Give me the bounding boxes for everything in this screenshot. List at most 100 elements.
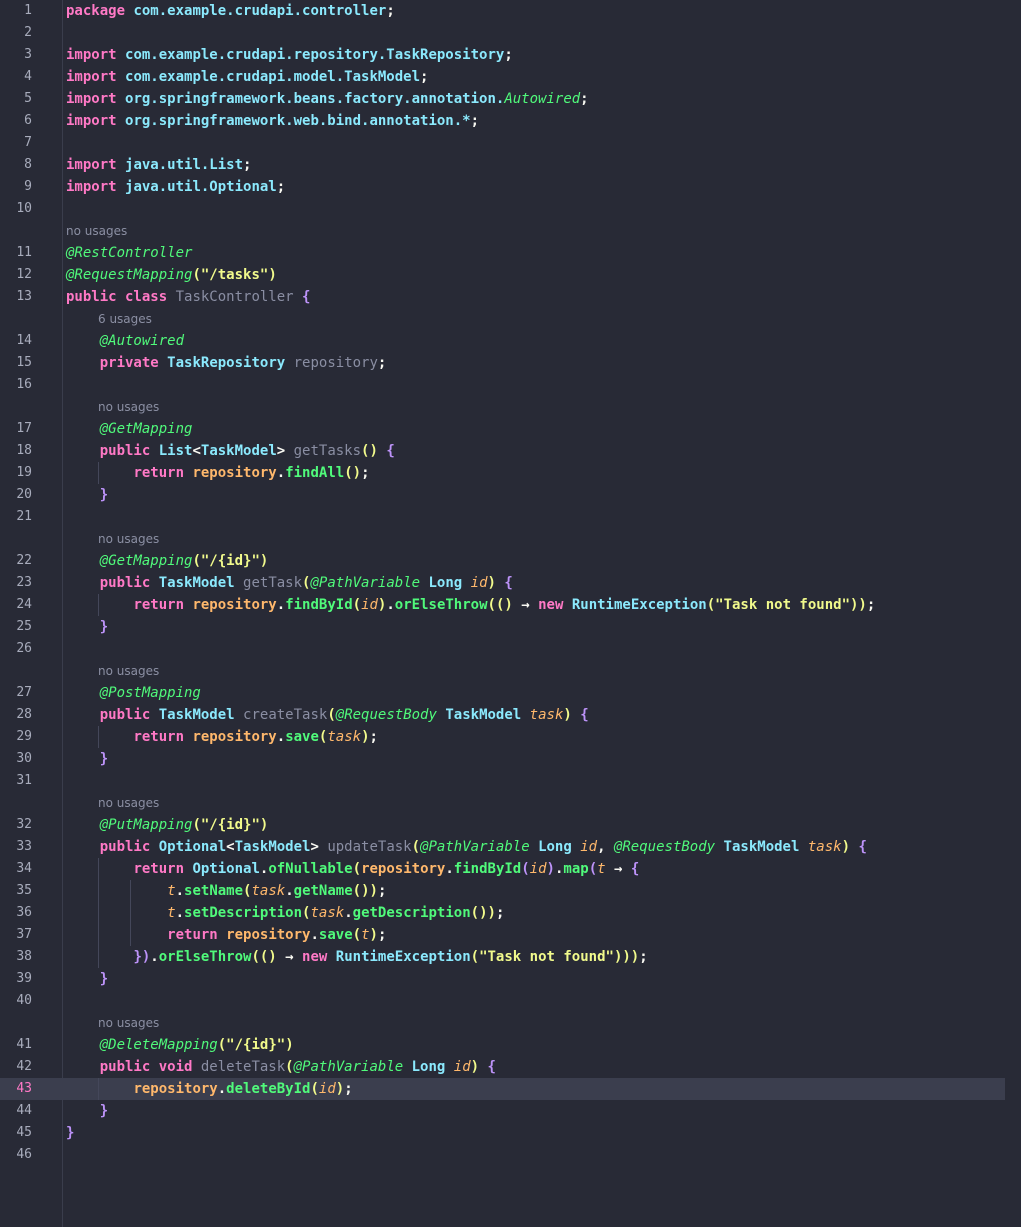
code-line[interactable]: 2 [0,22,1021,44]
code-line[interactable]: 7 [0,132,1021,154]
code-line[interactable]: 42 public void deleteTask(@PathVariable … [0,1056,1021,1078]
code-line[interactable]: 35 t.setName(task.getName()); [0,880,1021,902]
code-line[interactable]: 46 [0,1144,1021,1166]
code-line[interactable]: 16 [0,374,1021,396]
code-line[interactable]: 41 @DeleteMapping("/{id}") [0,1034,1021,1056]
line-number[interactable]: 22 [0,550,32,572]
line-number[interactable]: 29 [0,726,32,748]
code-editor[interactable]: 1 package com.example.crudapi.controller;… [0,0,1021,1227]
code-line[interactable]: 18 public List<TaskModel> getTasks() { [0,440,1021,462]
usage-hint[interactable]: no usages [98,396,159,418]
code-line[interactable]: 3 import com.example.crudapi.repository.T… [0,44,1021,66]
line-number[interactable]: 26 [0,638,32,660]
code-line[interactable]: 13 public class TaskController { [0,286,1021,308]
line-number[interactable]: 39 [0,968,32,990]
line-number[interactable]: 23 [0,572,32,594]
code-line[interactable]: 20 } [0,484,1021,506]
line-number[interactable]: 4 [0,66,32,88]
line-number[interactable]: 11 [0,242,32,264]
code-line[interactable]: 31 [0,770,1021,792]
code-line[interactable]: 11 @RestController [0,242,1021,264]
code-line[interactable]: 10 [0,198,1021,220]
code-line[interactable]: 37 return repository.save(t); [0,924,1021,946]
code-line[interactable]: 27 @PostMapping [0,682,1021,704]
line-number[interactable]: 25 [0,616,32,638]
line-number[interactable]: 14 [0,330,32,352]
line-number[interactable]: 2 [0,22,32,44]
line-number[interactable]: 35 [0,880,32,902]
line-number[interactable]: 13 [0,286,32,308]
code-line[interactable]: 33 public Optional<TaskModel> updateTask… [0,836,1021,858]
line-number[interactable]: 5 [0,88,32,110]
code-line[interactable]: 36 t.setDescription(task.getDescription(… [0,902,1021,924]
line-number[interactable]: 6 [0,110,32,132]
line-number[interactable]: 36 [0,902,32,924]
code-line[interactable]: 24 return repository.findById(id).orElse… [0,594,1021,616]
code-line[interactable]: 19 return repository.findAll(); [0,462,1021,484]
line-number[interactable]: 18 [0,440,32,462]
code-line[interactable]: 14 @Autowired [0,330,1021,352]
code-line[interactable]: 43 repository.deleteById(id); [0,1078,1005,1100]
code-line[interactable]: 1 package com.example.crudapi.controller; [0,0,1021,22]
line-number[interactable]: 9 [0,176,32,198]
code-line[interactable]: 4 import com.example.crudapi.model.TaskMo… [0,66,1021,88]
usage-hint[interactable]: no usages [98,1012,159,1034]
line-number[interactable]: 16 [0,374,32,396]
code-line[interactable]: 44 } [0,1100,1021,1122]
usage-hint[interactable]: no usages [66,220,127,242]
line-number[interactable]: 20 [0,484,32,506]
code-line[interactable]: 5 import org.springframework.beans.factor… [0,88,1021,110]
line-number[interactable]: 12 [0,264,32,286]
line-number[interactable]: 30 [0,748,32,770]
code-line[interactable]: 12 @RequestMapping("/tasks") [0,264,1021,286]
line-number[interactable]: 24 [0,594,32,616]
usage-hint[interactable]: 6 usages [98,308,152,330]
line-number[interactable]: 42 [0,1056,32,1078]
line-number[interactable]: 17 [0,418,32,440]
line-number[interactable]: 1 [0,0,32,22]
code-line[interactable]: 26 [0,638,1021,660]
line-number[interactable]: 8 [0,154,32,176]
line-number[interactable]: 46 [0,1144,32,1166]
line-number[interactable]: 41 [0,1034,32,1056]
line-number[interactable]: 40 [0,990,32,1012]
line-number[interactable]: 15 [0,352,32,374]
code-line[interactable]: 34 return Optional.ofNullable(repository… [0,858,1021,880]
code-line[interactable]: 8 import java.util.List; [0,154,1021,176]
code-line[interactable]: 39 } [0,968,1021,990]
code-line[interactable]: 6 import org.springframework.web.bind.ann… [0,110,1021,132]
code-line[interactable]: 17 @GetMapping [0,418,1021,440]
line-number[interactable]: 34 [0,858,32,880]
line-number[interactable]: 7 [0,132,32,154]
line-number[interactable]: 33 [0,836,32,858]
code-line[interactable]: 32 @PutMapping("/{id}") [0,814,1021,836]
line-number[interactable]: 44 [0,1100,32,1122]
line-number[interactable]: 32 [0,814,32,836]
code-line[interactable]: 38 }).orElseThrow(() → new RuntimeExcept… [0,946,1021,968]
line-number[interactable]: 38 [0,946,32,968]
line-number[interactable]: 37 [0,924,32,946]
code-line[interactable]: 9 import java.util.Optional; [0,176,1021,198]
code-line[interactable]: 40 [0,990,1021,1012]
code-line[interactable]: 15 private TaskRepository repository; [0,352,1021,374]
code-line[interactable]: 45} [0,1122,1021,1144]
line-number[interactable]: 3 [0,44,32,66]
code-line[interactable]: 28 public TaskModel createTask(@RequestB… [0,704,1021,726]
code-line[interactable]: 25 } [0,616,1021,638]
code-line[interactable]: 29 return repository.save(task); [0,726,1021,748]
line-number[interactable]: 43 [0,1078,32,1100]
line-number[interactable]: 21 [0,506,32,528]
usage-hint[interactable]: no usages [98,528,159,550]
line-number[interactable]: 45 [0,1122,32,1144]
code-line[interactable]: 30 } [0,748,1021,770]
line-number[interactable]: 10 [0,198,32,220]
line-number[interactable]: 28 [0,704,32,726]
usage-hint[interactable]: no usages [98,660,159,682]
line-number[interactable]: 31 [0,770,32,792]
usage-hint[interactable]: no usages [98,792,159,814]
code-line[interactable]: 22 @GetMapping("/{id}") [0,550,1021,572]
code-line[interactable]: 21 [0,506,1021,528]
code-line[interactable]: 23 public TaskModel getTask(@PathVariabl… [0,572,1021,594]
line-number[interactable]: 27 [0,682,32,704]
line-number[interactable]: 19 [0,462,32,484]
